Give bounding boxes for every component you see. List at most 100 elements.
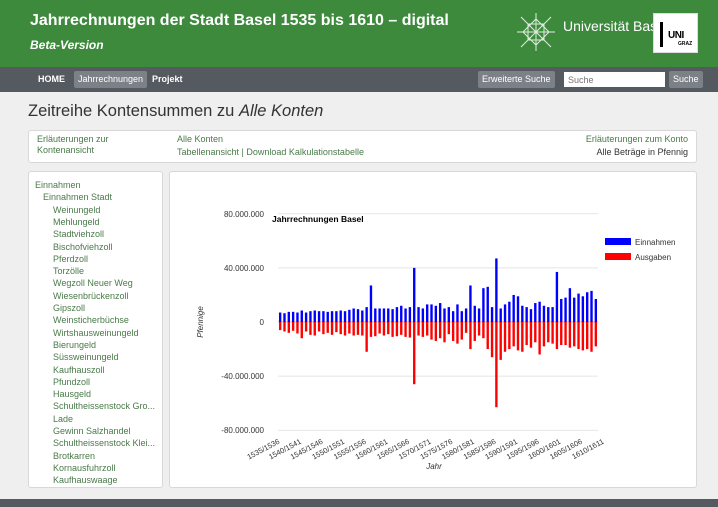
einnahmen-bar bbox=[361, 310, 364, 322]
einnahmen-bar bbox=[456, 304, 459, 322]
ausgaben-bar bbox=[490, 322, 494, 358]
sidebar-account-item[interactable]: Kaufhauszoll bbox=[53, 365, 105, 376]
einnahmen-bar bbox=[586, 292, 589, 322]
einnahmen-bar bbox=[404, 308, 407, 322]
ausgaben-bar bbox=[568, 322, 572, 348]
sidebar-account-item[interactable]: Lade bbox=[53, 414, 73, 425]
account-tree-sidebar[interactable]: Einnahmen Einnahmen Stadt Weinungeld Mehlun… bbox=[28, 171, 163, 488]
ausgaben-bar bbox=[287, 322, 290, 333]
chart-title: Jahrrechnungen Basel bbox=[272, 214, 364, 224]
ausgaben-bar bbox=[512, 322, 515, 347]
ausgaben-bar bbox=[339, 322, 342, 335]
ausgaben-bar bbox=[560, 322, 563, 345]
y-tick-label: -80.000.000 bbox=[221, 426, 264, 435]
ausgaben-bar bbox=[278, 322, 282, 331]
ausgaben-bar bbox=[573, 322, 576, 347]
einnahmen-bar bbox=[516, 296, 520, 322]
ausgaben-bar bbox=[348, 322, 351, 334]
sidebar-account-item[interactable]: Weinsticherbüchse bbox=[53, 315, 129, 326]
sidebar-account-item[interactable]: Schultheissenstock Klei... bbox=[53, 438, 155, 449]
account-help-link[interactable]: Erläuterungen zum Konto bbox=[586, 134, 688, 145]
einnahmen-bar bbox=[387, 308, 390, 322]
site-title[interactable]: Jahrrechnungen der Stadt Basel 1535 bis … bbox=[30, 12, 449, 30]
sidebar-account-item[interactable]: Bischofviehzoll bbox=[53, 242, 113, 253]
ausgaben-bar bbox=[374, 322, 377, 337]
einnahmen-bar bbox=[317, 311, 321, 322]
sidebar-account-item[interactable]: Einnahmen bbox=[35, 180, 81, 191]
sidebar-account-item[interactable]: Pferdzoll bbox=[53, 254, 88, 265]
sidebar-account-item[interactable]: Süssweinungeld bbox=[53, 352, 119, 363]
sidebar-account-item[interactable]: Bierungeld bbox=[53, 340, 96, 351]
einnahmen-bar bbox=[469, 285, 472, 322]
sidebar-account-item[interactable]: Weinungeld bbox=[53, 205, 100, 216]
sidebar-account-item[interactable]: Einnahmen Stadt bbox=[43, 192, 112, 203]
ausgaben-bar bbox=[529, 322, 533, 348]
ausgaben-bar bbox=[469, 322, 472, 350]
einnahmen-bar bbox=[417, 307, 420, 322]
sidebar-account-item[interactable]: Stadtviehzoll bbox=[53, 229, 104, 240]
ausgaben-bar bbox=[430, 322, 433, 340]
ausgaben-bar bbox=[516, 322, 520, 351]
sidebar-account-item[interactable]: Mehlungeld bbox=[53, 217, 100, 228]
search-input[interactable] bbox=[564, 72, 665, 87]
legend-swatch bbox=[605, 253, 631, 260]
ausgaben-bar bbox=[382, 322, 386, 336]
einnahmen-bar bbox=[555, 271, 559, 322]
site-header: Jahrrechnungen der Stadt Basel 1535 bis … bbox=[0, 0, 718, 67]
ausgaben-bar bbox=[594, 322, 598, 347]
einnahmen-bar bbox=[326, 311, 329, 322]
einnahmen-bar bbox=[287, 311, 290, 322]
sidebar-account-item[interactable]: Wegzoll Neuer Weg bbox=[53, 278, 133, 289]
chart-panel: Jahrrechnungen Basel 80.000.000 40.000.000… bbox=[169, 171, 697, 488]
einnahmen-bar bbox=[443, 308, 446, 322]
ausgaben-bar bbox=[404, 322, 407, 337]
ausgaben-bar bbox=[330, 322, 334, 335]
graz-logo-city-text: GRAZ bbox=[678, 41, 693, 47]
einnahmen-bar bbox=[482, 288, 485, 322]
einnahmen-bar bbox=[529, 309, 533, 322]
graz-logo-uni-text: UNI bbox=[668, 30, 684, 41]
nav-jahrrechnungen-link[interactable]: Jahrrechnungen bbox=[74, 71, 148, 88]
sidebar-account-item[interactable]: Brotkarren bbox=[53, 451, 95, 462]
ausgaben-bar bbox=[335, 322, 338, 333]
sidebar-account-item[interactable]: Schultheissenstock Gro... bbox=[53, 401, 155, 412]
einnahmen-bar bbox=[447, 307, 450, 322]
current-account-link[interactable]: Alle Konten bbox=[177, 134, 223, 145]
ausgaben-bar bbox=[473, 322, 476, 341]
ausgaben-bar bbox=[495, 322, 498, 408]
einnahmen-bar bbox=[564, 297, 567, 322]
einnahmen-bar bbox=[495, 258, 498, 322]
sidebar-account-item[interactable]: Kornausfuhrzoll bbox=[53, 463, 116, 474]
y-tick-label: -40.000.000 bbox=[221, 372, 264, 381]
ausgaben-bar bbox=[309, 322, 312, 335]
einnahmen-bar bbox=[374, 308, 377, 322]
advanced-search-button[interactable]: Erweiterte Suche bbox=[478, 71, 555, 88]
einnahmen-bar bbox=[590, 290, 593, 322]
ausgaben-bar bbox=[460, 322, 463, 340]
nav-home-link[interactable]: HOME bbox=[34, 71, 69, 88]
sidebar-account-item[interactable]: Gewinn Salzhandel bbox=[53, 426, 131, 437]
ausgaben-bar bbox=[322, 322, 325, 335]
sidebar-account-item[interactable]: Pfundzoll bbox=[53, 377, 90, 388]
page-title-account: Alle Konten bbox=[238, 102, 324, 120]
sidebar-account-item[interactable]: Kaufhauswaage bbox=[53, 475, 118, 486]
sidebar-account-item[interactable]: Wirtshausweinungeld bbox=[53, 328, 139, 339]
einnahmen-bar bbox=[348, 309, 351, 322]
y-axis-label: Pfennige bbox=[196, 306, 205, 338]
university-basel-logo-icon[interactable] bbox=[517, 13, 555, 51]
table-view-download-links[interactable]: Tabellenansicht | Download Kalkulationst… bbox=[177, 147, 364, 158]
einnahmen-bar bbox=[547, 307, 550, 322]
ausgaben-bar bbox=[387, 322, 390, 335]
nav-projekt-link[interactable]: Projekt bbox=[148, 71, 187, 88]
sidebar-account-item[interactable]: Hausgeld bbox=[53, 389, 91, 400]
sidebar-account-item[interactable]: Gipszoll bbox=[53, 303, 85, 314]
ausgaben-bar bbox=[361, 322, 364, 336]
uni-graz-logo[interactable]: UNI GRAZ bbox=[653, 13, 698, 53]
einnahmen-bar bbox=[551, 307, 554, 322]
einnahmen-bar bbox=[460, 311, 463, 322]
einnahmen-bar bbox=[356, 309, 360, 322]
sidebar-account-item[interactable]: Wiesenbrückenzoll bbox=[53, 291, 129, 302]
sidebar-account-item[interactable]: Torzölle bbox=[53, 266, 84, 277]
search-button[interactable]: Suche bbox=[669, 71, 703, 88]
account-view-help-link[interactable]: Erläuterungen zur Kontenansicht bbox=[37, 134, 157, 156]
